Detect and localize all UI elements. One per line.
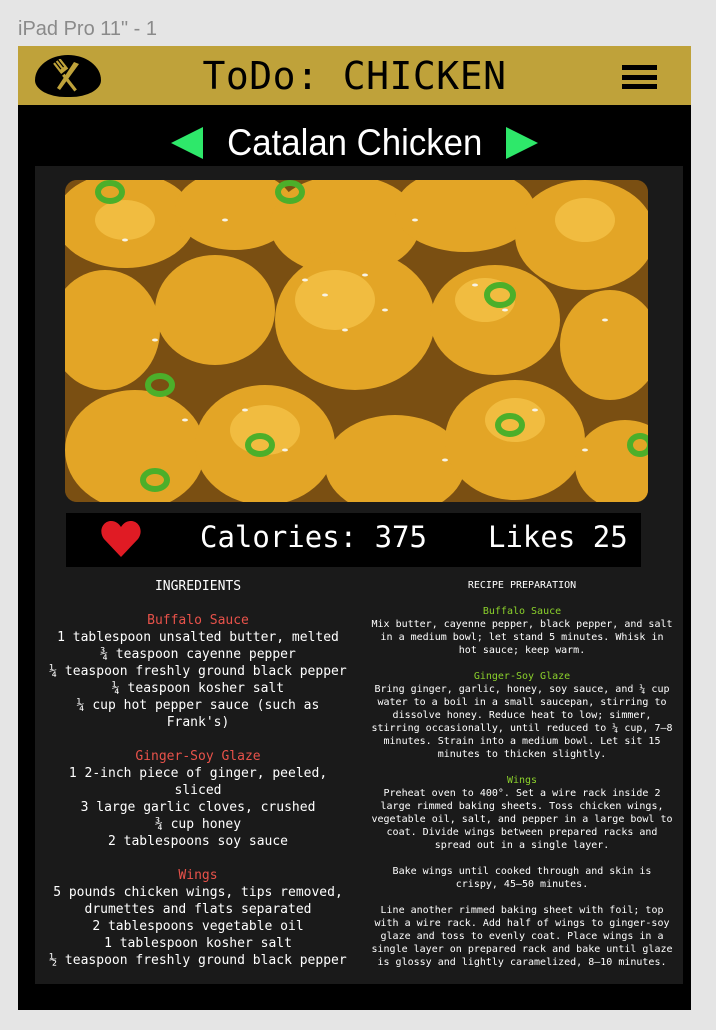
left-arrow-icon[interactable] [169, 125, 205, 161]
ingredient-item: ¼ cup hot pepper sauce (such as Frank's) [76, 698, 320, 730]
ingredient-item: ¾ teaspoon cayenne pepper [100, 647, 296, 662]
ingredient-item: 1 2-inch piece of ginger, peeled, sliced [68, 766, 328, 798]
menu-bar [622, 74, 657, 80]
recipe-card: Calories: 375 Likes 25 INGREDIENTS Buffa… [35, 166, 683, 984]
ingredient-section-title: Wings [178, 868, 218, 883]
heart-icon[interactable] [100, 519, 142, 559]
ingredient-section-title: Buffalo Sauce [147, 613, 249, 628]
ingredient-item: ¾ cup honey [154, 817, 242, 832]
right-arrow-icon[interactable] [504, 125, 540, 161]
prep-paragraph: Bake wings until cooked through and skin… [392, 866, 652, 890]
ingredient-item: 2 tablespoons soy sauce [107, 834, 288, 849]
ingredient-item: 1 tablespoon unsalted butter, melted [57, 630, 339, 645]
ingredient-item: ¼ teaspoon kosher salt [111, 681, 285, 696]
menu-bar [622, 84, 657, 89]
ingredient-item: 3 large garlic cloves, crushed [80, 800, 316, 815]
recipe-title: Catalan Chicken [226, 122, 483, 163]
app-title: ToDo: CHICKEN [202, 54, 507, 98]
prep-section-title: Wings [506, 775, 538, 786]
preparation-column: RECIPE PREPARATION Buffalo Sauce Mix but… [371, 579, 673, 982]
menu-bar [622, 65, 657, 70]
stats-bar: Calories: 375 Likes 25 [66, 513, 641, 567]
preparation-heading: RECIPE PREPARATION [467, 580, 577, 591]
hamburger-menu-icon[interactable] [622, 65, 657, 89]
ingredient-section-title: Ginger-Soy Glaze [135, 749, 261, 764]
ingredient-item: 1 tablespoon kosher salt [104, 936, 292, 951]
ingredients-column: INGREDIENTS Buffalo Sauce 1 tablespoon u… [45, 578, 351, 986]
prep-paragraph: Preheat oven to 400°. Set a wire rack in… [371, 788, 673, 851]
calories-count: Calories: 375 [200, 520, 427, 554]
ingredient-item: 2 tablespoons vegetable oil [92, 919, 304, 934]
ingredient-section: Wings 5 pounds chicken wings, tips remov… [45, 867, 351, 969]
app-header: ToDo: CHICKEN [18, 46, 691, 105]
prep-paragraph: Mix butter, cayenne pepper, black pepper… [371, 619, 673, 656]
ingredient-section: Buffalo Sauce 1 tablespoon unsalted butt… [45, 612, 351, 731]
frame-label: iPad Pro 11" - 1 [18, 18, 158, 40]
prep-section-title: Buffalo Sauce [482, 606, 562, 617]
ingredients-heading: INGREDIENTS [154, 579, 242, 594]
likes-count: Likes 25 [488, 520, 628, 554]
app-frame: ToDo: CHICKEN Catalan Chicken Calories: … [18, 46, 691, 1010]
ingredient-item: ¼ teaspoon freshly ground black pepper [49, 664, 347, 679]
recipe-nav: Catalan Chicken [18, 120, 691, 166]
prep-paragraph: Bring ginger, garlic, honey, soy sauce, … [371, 684, 673, 760]
ingredient-item: 5 pounds chicken wings, tips removed, dr… [53, 885, 343, 917]
prep-section-title: Ginger-Soy Glaze [473, 671, 571, 682]
ingredient-item: ½ teaspoon freshly ground black pepper [49, 953, 347, 968]
recipe-photo [65, 180, 648, 502]
prep-paragraph: Line another rimmed baking sheet with fo… [371, 905, 673, 968]
ingredient-section: Ginger-Soy Glaze 1 2-inch piece of ginge… [45, 748, 351, 850]
